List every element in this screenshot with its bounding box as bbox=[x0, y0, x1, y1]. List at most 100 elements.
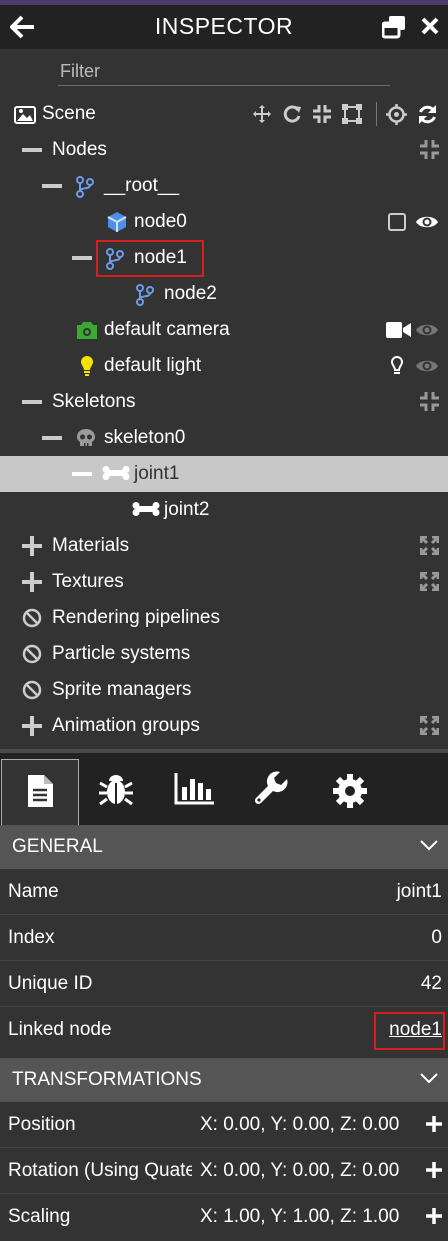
refresh-icon[interactable] bbox=[417, 104, 438, 125]
chevron-down-icon bbox=[420, 1073, 438, 1084]
node0-label: node0 bbox=[134, 211, 187, 232]
scale-gizmo-icon[interactable] bbox=[312, 104, 332, 124]
tree-row-node2[interactable]: node2 bbox=[0, 276, 448, 312]
lightbulb-outline-icon[interactable] bbox=[390, 355, 404, 377]
tree-row-skeleton0[interactable]: skeleton0 bbox=[0, 420, 448, 456]
collapse-minus-icon[interactable] bbox=[22, 400, 42, 404]
property-row-name: Name joint1 bbox=[0, 869, 448, 915]
collapse-minus-icon[interactable] bbox=[72, 472, 92, 476]
textures-label: Textures bbox=[52, 571, 124, 592]
expand-arrows-icon[interactable] bbox=[420, 536, 439, 555]
tree-row-animations[interactable]: Animation groups bbox=[0, 708, 448, 744]
expand-arrows-icon[interactable] bbox=[420, 716, 439, 735]
tree-row-scene[interactable]: Scene bbox=[0, 96, 448, 132]
index-value: 0 bbox=[431, 927, 442, 948]
tree-row-skeletons[interactable]: Skeletons bbox=[0, 384, 448, 420]
eye-icon[interactable] bbox=[415, 213, 439, 231]
tree-row-sprites[interactable]: Sprite managers bbox=[0, 672, 448, 708]
property-row-scaling: Scaling X: 1.00, Y: 1.00, Z: 1.00 bbox=[0, 1194, 448, 1240]
inspector-title: INSPECTOR bbox=[154, 13, 294, 39]
position-label: Position bbox=[8, 1114, 76, 1135]
transformations-title: TRANSFORMATIONS bbox=[12, 1069, 202, 1090]
transform-node-icon bbox=[136, 284, 154, 306]
node1-highlight-box bbox=[96, 240, 204, 277]
index-label: Index bbox=[8, 927, 55, 948]
tree-row-camera[interactable]: default camera bbox=[0, 312, 448, 348]
scene-explorer: Scene Nodes __root__ node0 node1 node2 bbox=[0, 49, 448, 749]
tab-debug[interactable] bbox=[92, 759, 144, 819]
position-value: X: 0.00, Y: 0.00, Z: 0.00 bbox=[200, 1114, 400, 1135]
particles-label: Particle systems bbox=[52, 643, 191, 664]
plus-icon[interactable] bbox=[426, 1116, 442, 1132]
property-row-unique-id: Unique ID 42 bbox=[0, 961, 448, 1007]
tree-row-node1[interactable]: node1 bbox=[0, 240, 448, 277]
skull-icon bbox=[77, 429, 95, 446]
unique-id-label: Unique ID bbox=[8, 973, 93, 994]
node2-label: node2 bbox=[164, 283, 217, 304]
camera-label: default camera bbox=[104, 319, 230, 340]
plus-icon[interactable] bbox=[426, 1208, 442, 1224]
move-gizmo-icon[interactable] bbox=[252, 104, 272, 124]
nodes-label: Nodes bbox=[52, 139, 107, 160]
document-icon bbox=[28, 775, 53, 807]
collapse-minus-icon[interactable] bbox=[22, 148, 42, 152]
tree-row-joint1[interactable]: joint1 bbox=[0, 456, 448, 492]
collapse-minus-icon[interactable] bbox=[42, 436, 62, 440]
expand-plus-icon[interactable] bbox=[22, 716, 42, 736]
compress-icon[interactable] bbox=[420, 392, 439, 411]
ban-icon bbox=[22, 608, 42, 628]
image-icon bbox=[14, 106, 36, 124]
picking-crosshair-icon[interactable] bbox=[386, 104, 407, 125]
collapse-minus-icon[interactable] bbox=[42, 184, 62, 188]
transform-node-icon bbox=[76, 176, 94, 198]
tree-row-joint2[interactable]: joint2 bbox=[0, 492, 448, 528]
property-row-position: Position X: 0.00, Y: 0.00, Z: 0.00 bbox=[0, 1102, 448, 1148]
tree-row-particles[interactable]: Particle systems bbox=[0, 636, 448, 672]
popout-window-icon[interactable] bbox=[382, 15, 406, 39]
rotation-vector[interactable]: X: 0.00, Y: 0.00, Z: 0.00 bbox=[192, 1160, 448, 1186]
tree-row-textures[interactable]: Textures bbox=[0, 564, 448, 600]
scaling-value: X: 1.00, Y: 1.00, Z: 1.00 bbox=[200, 1206, 400, 1227]
tree-row-light[interactable]: default light bbox=[0, 348, 448, 384]
linked-node-label: Linked node bbox=[8, 1019, 112, 1040]
ban-icon bbox=[22, 644, 42, 664]
linked-node-highlight-box bbox=[374, 1012, 445, 1050]
scene-label: Scene bbox=[42, 103, 96, 124]
tab-properties[interactable] bbox=[1, 759, 79, 825]
filter-input[interactable] bbox=[58, 61, 394, 82]
animations-label: Animation groups bbox=[52, 715, 200, 736]
unique-id-value: 42 bbox=[420, 973, 442, 994]
tree-row-materials[interactable]: Materials bbox=[0, 528, 448, 564]
scaling-label: Scaling bbox=[8, 1206, 71, 1227]
checkbox-square-icon[interactable] bbox=[388, 213, 406, 231]
collapse-minus-icon[interactable] bbox=[72, 256, 92, 260]
compress-icon[interactable] bbox=[420, 140, 439, 159]
chevron-down-icon bbox=[420, 840, 438, 851]
scaling-vector[interactable]: X: 1.00, Y: 1.00, Z: 1.00 bbox=[192, 1206, 448, 1232]
plus-icon[interactable] bbox=[426, 1162, 442, 1178]
tree-row-root[interactable]: __root__ bbox=[0, 168, 448, 204]
video-camera-icon[interactable] bbox=[386, 322, 411, 338]
tree-row-pipelines[interactable]: Rendering pipelines bbox=[0, 600, 448, 636]
tab-statistics[interactable] bbox=[170, 759, 222, 819]
tree-row-nodes[interactable]: Nodes bbox=[0, 132, 448, 168]
expand-arrows-icon[interactable] bbox=[420, 572, 439, 591]
general-section-header[interactable]: GENERAL bbox=[0, 825, 448, 869]
tab-tools[interactable] bbox=[250, 759, 302, 819]
mesh-cube-icon bbox=[107, 212, 127, 232]
expand-plus-icon[interactable] bbox=[22, 536, 42, 556]
eye-icon[interactable] bbox=[415, 357, 439, 375]
tree-row-node0[interactable]: node0 bbox=[0, 204, 448, 240]
transformations-section-header[interactable]: TRANSFORMATIONS bbox=[0, 1058, 448, 1102]
property-row-rotation: Rotation (Using Quaternion) X: 0.00, Y: … bbox=[0, 1148, 448, 1194]
eye-icon[interactable] bbox=[415, 321, 439, 339]
close-icon[interactable] bbox=[420, 16, 440, 36]
rotate-gizmo-icon[interactable] bbox=[282, 104, 302, 124]
position-vector[interactable]: X: 0.00, Y: 0.00, Z: 0.00 bbox=[192, 1114, 448, 1140]
tab-settings[interactable] bbox=[326, 759, 378, 819]
bounding-box-gizmo-icon[interactable] bbox=[342, 104, 362, 124]
property-tabs bbox=[0, 753, 448, 825]
joint1-label: joint1 bbox=[134, 463, 180, 484]
ban-icon bbox=[22, 680, 42, 700]
expand-plus-icon[interactable] bbox=[22, 572, 42, 592]
